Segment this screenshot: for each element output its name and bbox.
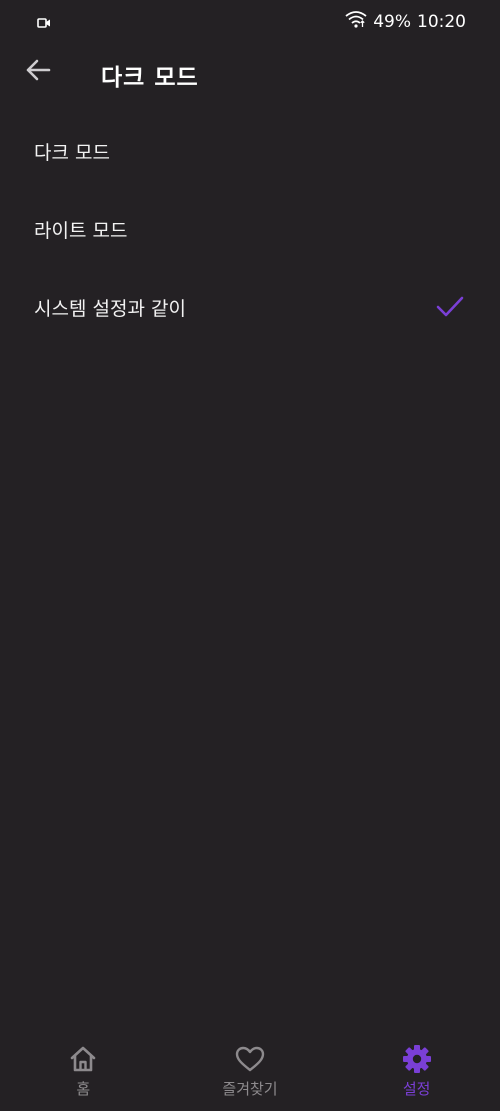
nav-label: 설정 (402, 1080, 431, 1098)
clock: 10:20 (417, 11, 466, 32)
status-right: 49% 10:20 (345, 10, 466, 33)
heart-icon (235, 1044, 265, 1074)
video-record-icon (37, 14, 51, 33)
nav-item-home[interactable]: 홈 (0, 1036, 167, 1111)
option-label: 시스템 설정과 같이 (34, 297, 186, 320)
option-system-default[interactable]: 시스템 설정과 같이 (0, 268, 500, 346)
theme-option-list: 다크 모드 라이트 모드 시스템 설정과 같이 (0, 112, 500, 346)
home-icon (68, 1044, 98, 1074)
option-dark-mode[interactable]: 다크 모드 (0, 112, 500, 190)
gear-icon (402, 1044, 432, 1074)
bottom-navigation: 홈 즐겨찾기 설정 (0, 1036, 500, 1111)
check-icon (436, 296, 464, 318)
option-label: 다크 모드 (34, 141, 110, 164)
status-bar: 49% 10:20 (0, 0, 500, 42)
option-light-mode[interactable]: 라이트 모드 (0, 190, 500, 268)
app-bar: 다크 모드 (0, 42, 500, 102)
wifi-icon (345, 10, 367, 33)
nav-item-favorites[interactable]: 즐겨찾기 (167, 1036, 334, 1111)
nav-item-settings[interactable]: 설정 (333, 1036, 500, 1111)
arrow-left-icon (25, 59, 51, 85)
back-button[interactable] (20, 56, 56, 88)
nav-label: 홈 (76, 1080, 91, 1098)
battery-percent: 49% (373, 11, 411, 32)
nav-label: 즐겨찾기 (222, 1080, 278, 1098)
option-label: 라이트 모드 (34, 219, 128, 242)
page-title: 다크 모드 (101, 65, 199, 91)
